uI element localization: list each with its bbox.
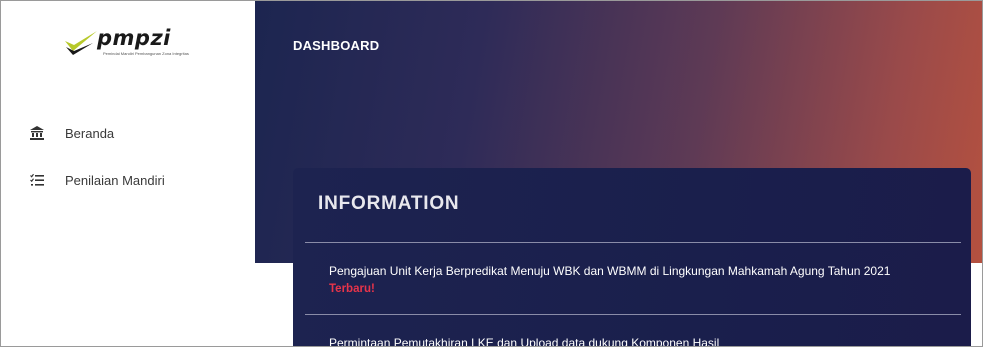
bank-icon (29, 125, 45, 141)
checklist-icon (29, 172, 45, 188)
new-badge: Terbaru! (329, 283, 375, 295)
logo[interactable]: pmpzi Pemindai Mandiri Pembangunan Zona … (63, 27, 203, 61)
list-item[interactable]: Permintaan Pemutakhiran LKE dan Upload d… (329, 334, 959, 347)
sidebar-item-beranda[interactable]: Beranda (29, 122, 114, 144)
information-card: INFORMATION Pengajuan Unit Kerja Berpred… (293, 168, 971, 347)
info-item-text: Permintaan Pemutakhiran LKE dan Upload d… (329, 336, 720, 347)
info-item-text: Pengajuan Unit Kerja Berpredikat Menuju … (329, 264, 891, 278)
divider (305, 314, 961, 315)
divider (305, 242, 961, 243)
main-content: DASHBOARD INFORMATION Pengajuan Unit Ker… (255, 1, 982, 347)
sidebar-item-penilaian-mandiri[interactable]: Penilaian Mandiri (29, 169, 165, 191)
logo-check-icon (65, 31, 97, 55)
sidebar: pmpzi Pemindai Mandiri Pembangunan Zona … (1, 1, 256, 346)
app-window: pmpzi Pemindai Mandiri Pembangunan Zona … (0, 0, 983, 347)
brand-name: pmpzi (97, 26, 171, 50)
sidebar-item-label: Beranda (65, 125, 115, 141)
card-title: INFORMATION (318, 193, 460, 214)
page-title: DASHBOARD (293, 38, 380, 53)
sidebar-item-label: Penilaian Mandiri (65, 172, 165, 188)
brand-tagline: Pemindai Mandiri Pembangunan Zona Integr… (103, 51, 189, 56)
list-item[interactable]: Pengajuan Unit Kerja Berpredikat Menuju … (329, 262, 959, 298)
